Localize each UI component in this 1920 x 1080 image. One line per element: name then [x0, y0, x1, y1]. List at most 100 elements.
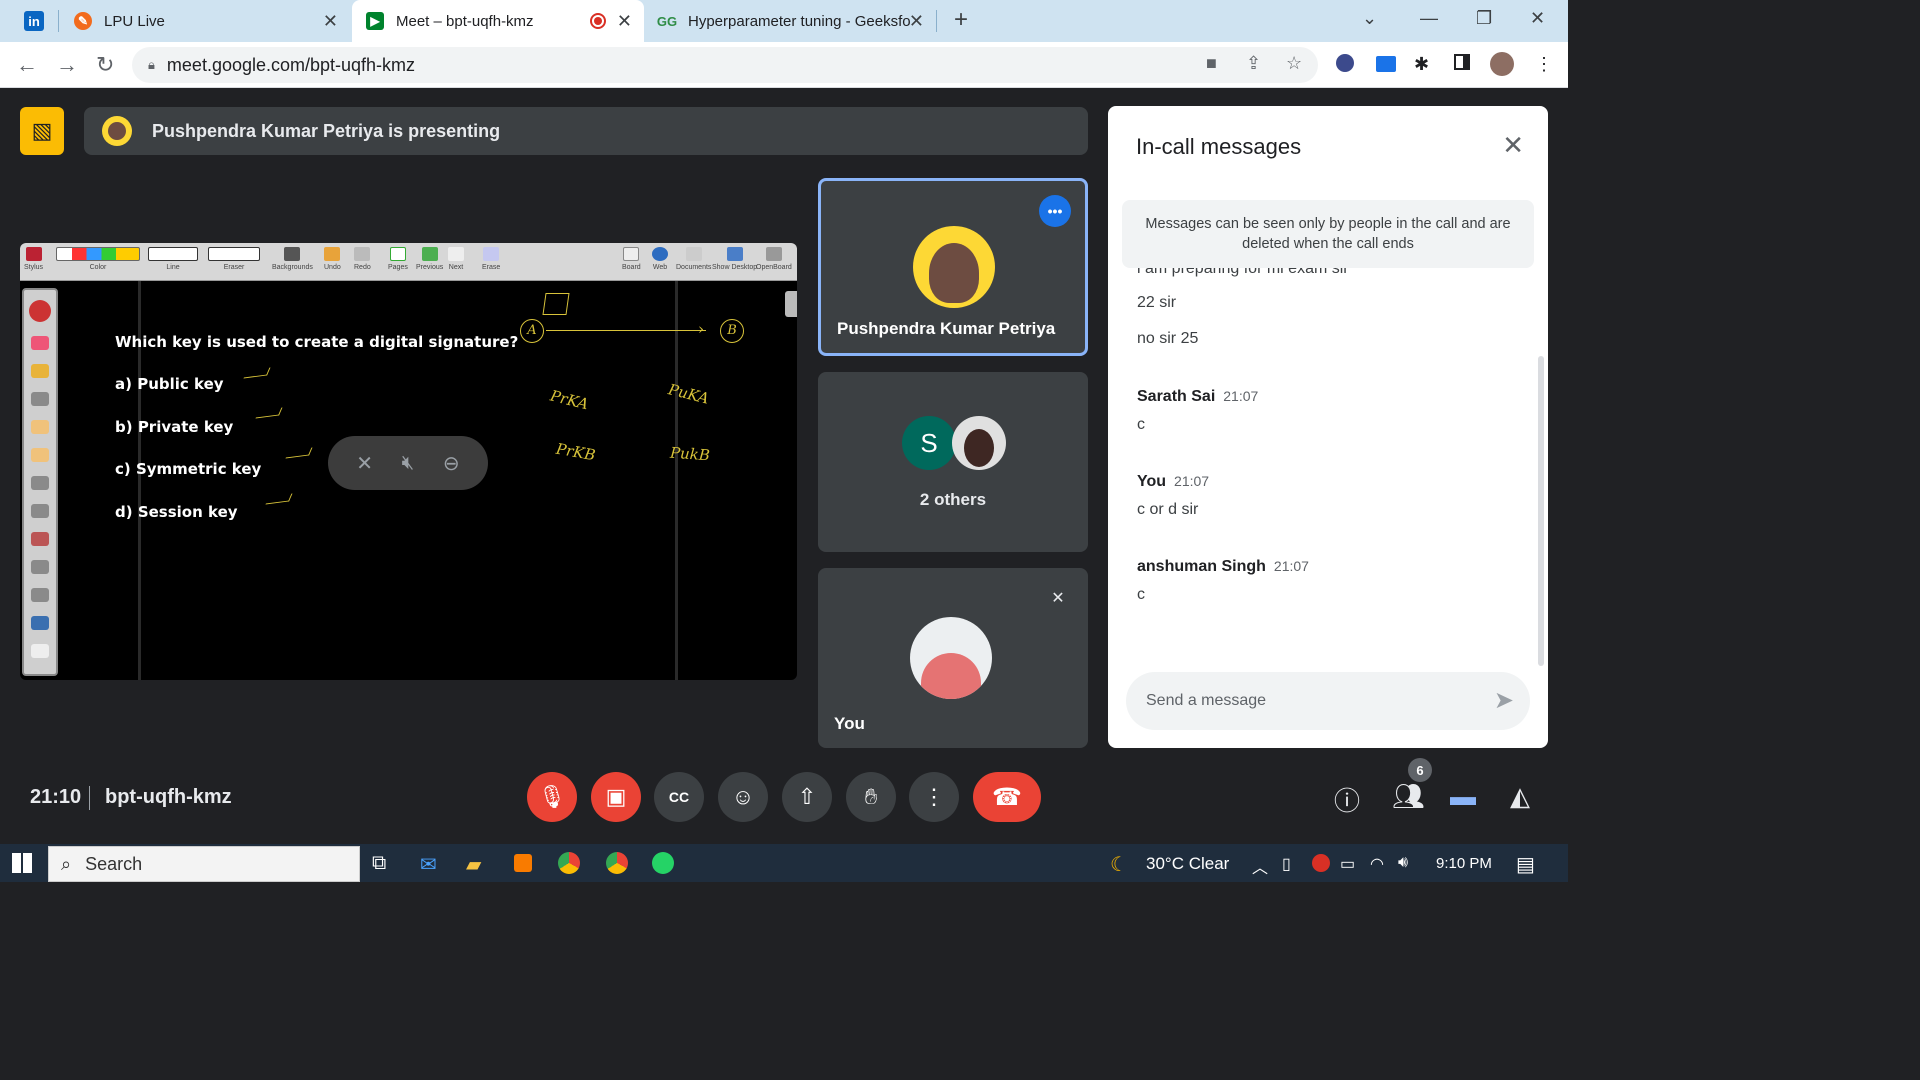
share-icon[interactable]: ⇪: [1246, 53, 1261, 74]
weather-moon-icon[interactable]: ☾: [1110, 852, 1128, 877]
chrome-icon[interactable]: [558, 852, 580, 874]
tab-lpu-live[interactable]: ✎ LPU Live ✕: [60, 0, 350, 42]
notifications-icon[interactable]: ▤: [1516, 852, 1535, 877]
others-tile[interactable]: S 2 others: [818, 372, 1088, 552]
show-hidden-icons-chevron[interactable]: ︿: [1252, 854, 1268, 878]
text-tool-icon[interactable]: [31, 588, 49, 602]
toolbar-backgrounds[interactable]: Backgrounds: [272, 247, 313, 271]
toolbar-previous[interactable]: Previous: [416, 247, 443, 271]
forward-button[interactable]: →: [56, 52, 78, 78]
toolbar-next[interactable]: Next: [448, 247, 464, 271]
toolbar-show-desktop[interactable]: Show Desktop: [712, 247, 757, 271]
presenter-tile[interactable]: ••• Pushpendra Kumar Petriya: [818, 178, 1088, 356]
people-icon[interactable]: 👥︎: [1392, 781, 1425, 812]
leave-call-button[interactable]: ☎︎: [973, 772, 1041, 822]
mail-icon[interactable]: ✉: [420, 852, 437, 877]
linkedin-icon[interactable]: in: [24, 11, 44, 31]
self-tile[interactable]: ✕ You: [818, 568, 1088, 748]
close-tab-icon[interactable]: ✕: [909, 11, 924, 32]
send-message-input[interactable]: [1146, 672, 1476, 730]
toolbar-redo[interactable]: Redo: [354, 247, 371, 271]
task-view-icon[interactable]: ⧉: [372, 852, 386, 875]
chat-scrollbar[interactable]: [1538, 356, 1544, 666]
url-text[interactable]: meet.google.com/bpt-uqfh-kmz: [167, 55, 415, 76]
pen-tool-icon[interactable]: [29, 300, 51, 322]
close-tab-icon[interactable]: ✕: [323, 11, 338, 32]
present-screen-button[interactable]: ⇧: [782, 772, 832, 822]
taskbar-clock[interactable]: 9:10 PM: [1436, 855, 1492, 872]
back-button[interactable]: ←: [16, 52, 38, 78]
keyboard-tool-icon[interactable]: [31, 644, 49, 658]
gmail-icon[interactable]: [1312, 854, 1330, 872]
battery-icon[interactable]: ▭: [1340, 854, 1355, 874]
close-window-button[interactable]: ✕: [1530, 8, 1545, 29]
device-icon[interactable]: ▯: [1282, 854, 1291, 874]
omnibox[interactable]: 🔒︎ meet.google.com/bpt-uqfh-kmz ■ ⇪ ☆: [132, 47, 1318, 83]
zoom-in-tool-icon[interactable]: [31, 476, 49, 490]
extension-cursor-icon[interactable]: [1336, 54, 1354, 72]
camera-icon[interactable]: ■: [1206, 53, 1217, 74]
toolbar-pages[interactable]: Pages: [388, 247, 408, 271]
toolbar-erase[interactable]: Erase: [482, 247, 500, 271]
zoom-out-tool-icon[interactable]: [31, 504, 49, 518]
close-panel-icon[interactable]: ✕: [1502, 130, 1524, 161]
close-tab-icon[interactable]: ✕: [617, 11, 632, 32]
lock-icon[interactable]: 🔒︎: [148, 57, 155, 73]
toolbar-openboard[interactable]: OpenBoard: [756, 247, 792, 271]
minimize-button[interactable]: —: [1420, 8, 1438, 29]
chat-icon[interactable]: ▬: [1450, 781, 1476, 812]
toolbar-eraser[interactable]: Eraser: [208, 247, 260, 271]
sublime-text-icon[interactable]: [514, 854, 532, 872]
volume-icon[interactable]: 🔊︎: [1398, 854, 1408, 872]
toolbar-line[interactable]: Line: [148, 247, 198, 271]
more-options-icon[interactable]: •••: [1039, 195, 1071, 227]
file-explorer-icon[interactable]: ▰: [466, 852, 481, 877]
volume-off-icon[interactable]: 🔇︎: [402, 452, 415, 475]
pin-off-icon[interactable]: ✕: [356, 451, 373, 476]
marker-tool-icon[interactable]: [31, 364, 49, 378]
toolbar-stylus[interactable]: Stylus: [24, 247, 43, 271]
wifi-icon[interactable]: ◠: [1370, 854, 1384, 874]
emoji-reaction-button[interactable]: ☺: [718, 772, 768, 822]
stop-presenting-icon[interactable]: ▧: [20, 107, 64, 155]
chrome-profile-icon[interactable]: [606, 852, 628, 874]
taskbar-search-box[interactable]: ⌕ Search: [48, 846, 360, 882]
side-panel-icon[interactable]: [1454, 54, 1470, 70]
raise-hand-button[interactable]: ✋︎: [846, 772, 896, 822]
selector-tool-icon[interactable]: [31, 392, 49, 406]
capture-tool-icon[interactable]: [31, 616, 49, 630]
toolbar-web[interactable]: Web: [652, 247, 668, 271]
tab-search-chevron-icon[interactable]: ⌄: [1362, 8, 1377, 29]
reload-button[interactable]: ↻: [96, 52, 114, 78]
profile-avatar[interactable]: [1490, 52, 1514, 76]
eraser-tool-icon[interactable]: [31, 336, 49, 350]
send-icon[interactable]: ➤: [1494, 686, 1514, 715]
toolbar-color[interactable]: Color: [54, 247, 142, 271]
remove-icon[interactable]: ⊖: [443, 451, 460, 476]
camera-toggle-button[interactable]: ▣: [591, 772, 641, 822]
toolbar-board[interactable]: Board: [622, 247, 641, 271]
meeting-details-icon[interactable]: ⓘ: [1334, 781, 1360, 818]
whatsapp-icon[interactable]: [652, 852, 674, 874]
board-edge-handle[interactable]: [785, 291, 797, 317]
browser-menu-icon[interactable]: ⋮: [1535, 54, 1553, 75]
tab-geeksforgeeks[interactable]: GG Hyperparameter tuning - Geeksfo ✕: [644, 0, 936, 42]
extensions-puzzle-icon[interactable]: ✱: [1414, 54, 1429, 75]
microphone-toggle-button[interactable]: 🎙︎: [527, 772, 577, 822]
toolbar-undo[interactable]: Undo: [324, 247, 341, 271]
extension-window-icon[interactable]: [1376, 56, 1396, 72]
weather-text[interactable]: 30°C Clear: [1146, 854, 1229, 874]
interact-tool-icon[interactable]: [31, 420, 49, 434]
hand-tool-icon[interactable]: [31, 448, 49, 462]
more-options-button[interactable]: ⋮: [909, 772, 959, 822]
laser-tool-icon[interactable]: [31, 532, 49, 546]
line-tool-icon[interactable]: [31, 560, 49, 574]
captions-button[interactable]: CC: [654, 772, 704, 822]
tab-meet[interactable]: ▶ Meet – bpt-uqfh-kmz ✕: [352, 0, 644, 42]
restore-button[interactable]: ❐: [1476, 8, 1492, 29]
bookmark-star-icon[interactable]: ☆: [1286, 53, 1302, 74]
new-tab-button[interactable]: +: [954, 6, 968, 34]
toolbar-documents[interactable]: Documents: [676, 247, 711, 271]
windows-start-icon[interactable]: [12, 853, 32, 873]
activities-icon[interactable]: ◭: [1510, 781, 1530, 812]
